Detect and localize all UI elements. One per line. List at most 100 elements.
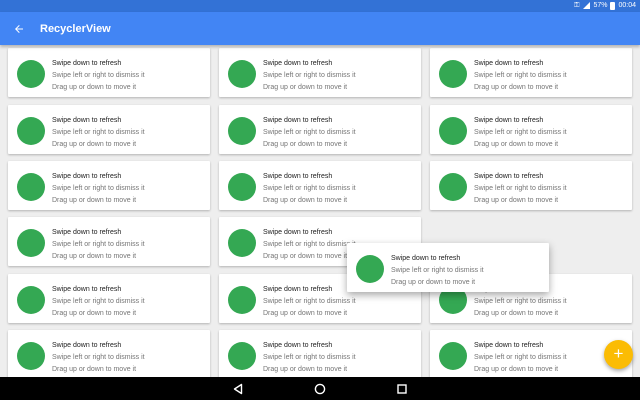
status-bar: ⚿ 57% 00:04 [0, 0, 640, 12]
item-line-3: Drag up or down to move it [263, 141, 348, 148]
item-line-2: Swipe left or right to dismiss it [263, 129, 356, 136]
item-line-2: Swipe left or right to dismiss it [263, 185, 356, 192]
item-title: Swipe down to refresh [391, 255, 461, 262]
item-line-2: Swipe left or right to dismiss it [52, 354, 145, 361]
item-line-2: Swipe left or right to dismiss it [263, 241, 356, 248]
recycler-view[interactable]: Swipe down to refresh Swipe left or righ… [0, 45, 640, 377]
list-item[interactable]: Swipe down to refresh Swipe left or righ… [219, 330, 421, 377]
list-item[interactable]: Swipe down to refresh Swipe left or righ… [8, 217, 210, 266]
item-line-2: Swipe left or right to dismiss it [391, 267, 484, 274]
item-title: Swipe down to refresh [52, 117, 122, 124]
nav-back-button[interactable] [231, 382, 245, 396]
avatar [356, 255, 384, 283]
clock: 00:04 [618, 2, 636, 9]
avatar [439, 342, 467, 370]
item-line-2: Swipe left or right to dismiss it [52, 241, 145, 248]
item-line-3: Drag up or down to move it [474, 310, 559, 317]
item-line-2: Swipe left or right to dismiss it [52, 129, 145, 136]
navigation-bar [0, 377, 640, 400]
avatar [228, 173, 256, 201]
avatar [228, 286, 256, 314]
item-title: Swipe down to refresh [263, 60, 333, 67]
item-line-2: Swipe left or right to dismiss it [474, 298, 567, 305]
key-icon: ⚿ [574, 2, 580, 9]
item-line-3: Drag up or down to move it [474, 366, 559, 373]
item-line-3: Drag up or down to move it [474, 84, 559, 91]
nav-home-button[interactable] [313, 382, 327, 396]
dragged-list-item[interactable]: Swipe down to refresh Swipe left or righ… [347, 243, 549, 292]
back-triangle-icon [233, 383, 243, 394]
item-line-3: Drag up or down to move it [263, 366, 348, 373]
item-title: Swipe down to refresh [263, 173, 333, 180]
list-item[interactable]: Swipe down to refresh Swipe left or righ… [8, 330, 210, 377]
item-line-3: Drag up or down to move it [52, 141, 137, 148]
item-title: Swipe down to refresh [474, 342, 544, 349]
item-line-3: Drag up or down to move it [263, 197, 348, 204]
recents-square-icon [397, 383, 407, 394]
item-title: Swipe down to refresh [474, 173, 544, 180]
item-title: Swipe down to refresh [52, 342, 122, 349]
nav-recents-button[interactable] [395, 382, 409, 396]
item-line-2: Swipe left or right to dismiss it [474, 129, 567, 136]
back-button[interactable] [2, 12, 36, 45]
item-title: Swipe down to refresh [474, 60, 544, 67]
item-line-2: Swipe left or right to dismiss it [474, 185, 567, 192]
item-line-2: Swipe left or right to dismiss it [52, 72, 145, 79]
item-line-3: Drag up or down to move it [263, 310, 348, 317]
item-line-3: Drag up or down to move it [474, 197, 559, 204]
list-item[interactable]: Swipe down to refresh Swipe left or righ… [8, 274, 210, 323]
battery-percent: 57% [593, 2, 608, 9]
avatar [17, 342, 45, 370]
avatar [17, 117, 45, 145]
item-title: Swipe down to refresh [474, 117, 544, 124]
item-line-3: Drag up or down to move it [52, 84, 137, 91]
item-line-2: Swipe left or right to dismiss it [474, 354, 567, 361]
app-title: RecyclerView [40, 22, 111, 35]
avatar [17, 60, 45, 88]
signal-icon [582, 2, 591, 10]
item-line-3: Drag up or down to move it [52, 253, 137, 260]
item-line-2: Swipe left or right to dismiss it [263, 298, 356, 305]
battery-icon [610, 2, 616, 10]
avatar [228, 342, 256, 370]
avatar [439, 60, 467, 88]
list-item[interactable]: Swipe down to refresh Swipe left or righ… [219, 161, 421, 210]
plus-icon: + [613, 344, 624, 363]
avatar [228, 229, 256, 257]
list-item[interactable]: Swipe down to refresh Swipe left or righ… [430, 330, 632, 377]
home-circle-icon [314, 383, 326, 394]
list-item[interactable]: Swipe down to refresh Swipe left or righ… [430, 105, 632, 154]
avatar [17, 286, 45, 314]
avatar [439, 117, 467, 145]
item-title: Swipe down to refresh [263, 286, 333, 293]
avatar [17, 173, 45, 201]
item-line-2: Swipe left or right to dismiss it [474, 72, 567, 79]
item-line-3: Drag up or down to move it [391, 279, 476, 286]
avatar [228, 117, 256, 145]
item-title: Swipe down to refresh [263, 117, 333, 124]
avatar [17, 229, 45, 257]
item-title: Swipe down to refresh [52, 229, 122, 236]
list-item[interactable]: Swipe down to refresh Swipe left or righ… [430, 48, 632, 97]
item-line-2: Swipe left or right to dismiss it [52, 185, 145, 192]
list-item[interactable]: Swipe down to refresh Swipe left or righ… [8, 161, 210, 210]
item-line-2: Swipe left or right to dismiss it [52, 298, 145, 305]
item-line-3: Drag up or down to move it [263, 84, 348, 91]
list-item[interactable]: Swipe down to refresh Swipe left or righ… [219, 105, 421, 154]
item-line-3: Drag up or down to move it [52, 366, 137, 373]
item-title: Swipe down to refresh [52, 173, 122, 180]
app-bar: RecyclerView [0, 12, 640, 45]
item-line-2: Swipe left or right to dismiss it [263, 72, 356, 79]
item-title: Swipe down to refresh [263, 229, 333, 236]
item-line-3: Drag up or down to move it [52, 197, 137, 204]
item-title: Swipe down to refresh [263, 342, 333, 349]
list-item[interactable]: Swipe down to refresh Swipe left or righ… [219, 48, 421, 97]
list-item[interactable]: Swipe down to refresh Swipe left or righ… [8, 48, 210, 97]
add-fab-button[interactable]: + [604, 340, 633, 369]
item-line-3: Drag up or down to move it [474, 141, 559, 148]
item-title: Swipe down to refresh [52, 286, 122, 293]
back-arrow-icon [15, 24, 23, 33]
avatar [228, 60, 256, 88]
list-item[interactable]: Swipe down to refresh Swipe left or righ… [430, 161, 632, 210]
list-item[interactable]: Swipe down to refresh Swipe left or righ… [8, 105, 210, 154]
